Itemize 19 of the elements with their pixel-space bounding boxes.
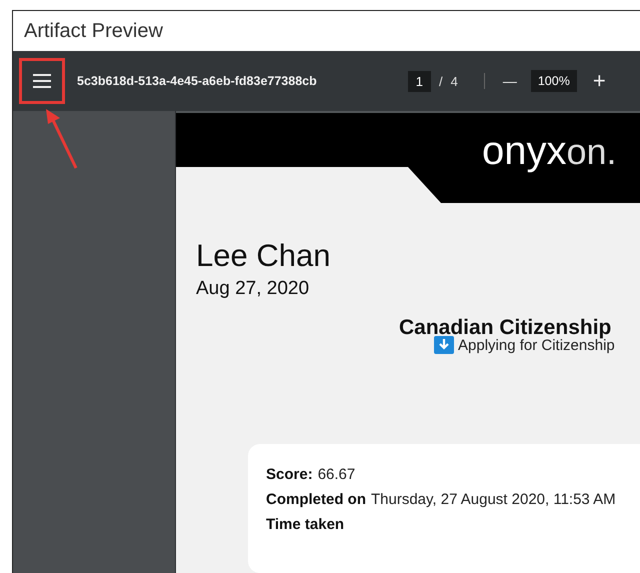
- report-date: Aug 27, 2020: [196, 278, 310, 300]
- zoom-out-button[interactable]: —: [498, 73, 521, 89]
- detail-value: Thursday, 27 August 2020, 11:53 AM: [371, 491, 616, 508]
- file-name: 5c3b618d-513a-4e45-a6eb-fd83e77388cb: [77, 74, 317, 88]
- detail-label: Time taken: [266, 516, 344, 533]
- zoom-field[interactable]: 100%: [530, 70, 577, 92]
- person-name: Lee Chan: [196, 238, 332, 274]
- zoom-in-button[interactable]: +: [588, 70, 610, 92]
- page-separator: /: [438, 74, 443, 88]
- logo: onyxon.: [482, 129, 617, 174]
- page-number-field[interactable]: 1: [408, 70, 431, 92]
- course-title: Canadian Citizenship: [399, 316, 612, 339]
- window-title: Artifact Preview: [24, 20, 163, 42]
- detail-label: Completed on: [266, 491, 366, 508]
- detail-value: 66.67: [318, 466, 356, 483]
- page-count: 4: [450, 74, 458, 88]
- annotation-box: [19, 58, 65, 104]
- detail-label: Score:: [266, 466, 313, 483]
- download-icon: [434, 336, 454, 354]
